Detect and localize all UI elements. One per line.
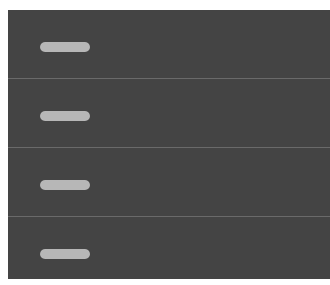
list-item[interactable] (8, 79, 330, 147)
list-item[interactable] (8, 10, 330, 78)
loading-placeholder-bar (40, 111, 90, 121)
loading-placeholder-bar (40, 180, 90, 190)
loading-placeholder-bar (40, 249, 90, 259)
list-item[interactable] (8, 148, 330, 216)
loading-placeholder-bar (40, 42, 90, 52)
list-item[interactable] (8, 217, 330, 285)
list-panel (8, 10, 330, 279)
